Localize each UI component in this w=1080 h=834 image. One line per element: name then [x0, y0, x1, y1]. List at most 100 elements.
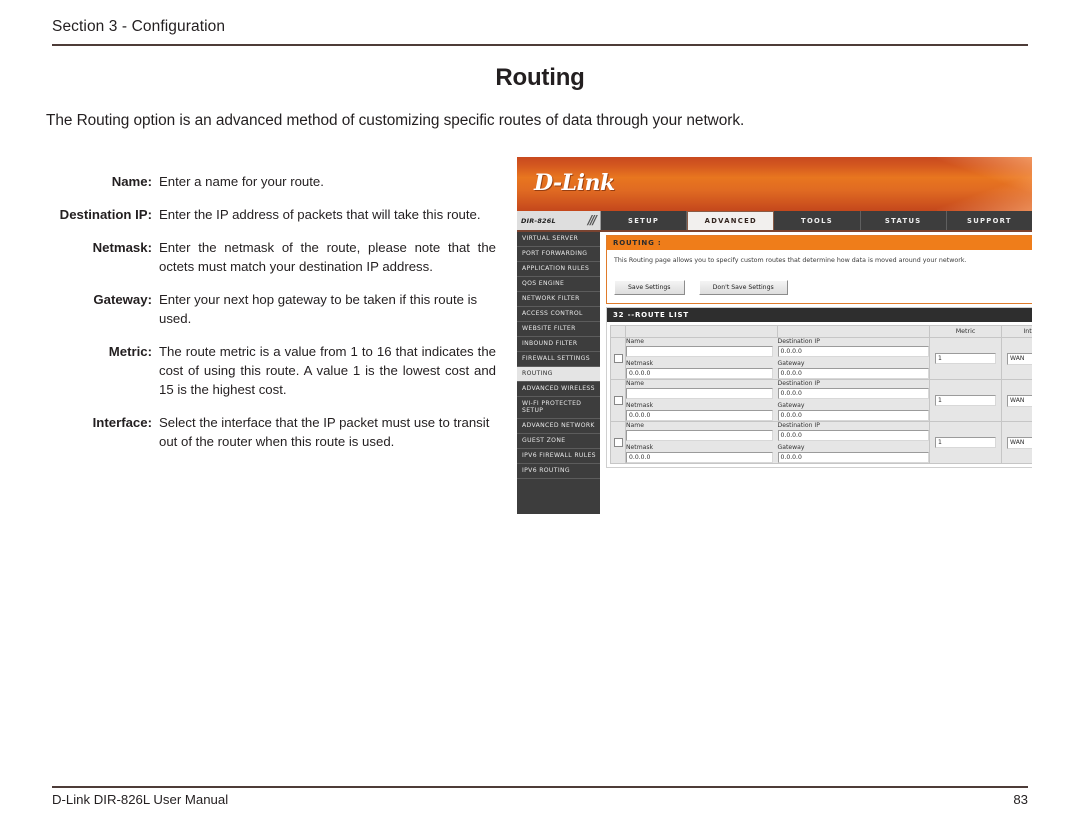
definition-term: Gateway: — [93, 292, 152, 307]
tab-tools[interactable]: TOOLS — [774, 211, 861, 230]
tab-status[interactable]: STATUS — [860, 211, 947, 230]
label-gateway: Gateway — [777, 360, 805, 367]
definition-row-name: Name: Enter a name for your route. — [46, 172, 496, 191]
gateway-input[interactable]: 0.0.0.0 — [777, 452, 929, 463]
router-ui-body: VIRTUAL SERVER PORT FORWARDING APPLICATI… — [517, 232, 1032, 514]
tab-setup[interactable]: SETUP — [601, 211, 688, 230]
name-input[interactable] — [626, 430, 773, 441]
routing-button-row: Save Settings Don't Save Settings — [607, 274, 1032, 303]
sidebar-item-inbound-filter[interactable]: INBOUND FILTER — [517, 336, 600, 352]
route-enable-cell[interactable] — [610, 337, 626, 380]
destination-ip-input[interactable]: 0.0.0.0 — [777, 388, 929, 399]
name-input[interactable] — [626, 388, 773, 399]
header-divider — [52, 44, 1028, 46]
dlink-logo: D-Link — [534, 170, 615, 196]
interface-select-value: WAN — [1010, 354, 1025, 362]
sidebar-item-ipv6-routing[interactable]: IPV6 ROUTING — [517, 464, 600, 480]
metric-input[interactable]: 1 — [935, 395, 996, 406]
gateway-input[interactable]: 0.0.0.0 — [777, 410, 929, 421]
sidebar-item-website-filter[interactable]: WEBSITE FILTER — [517, 321, 600, 337]
sidebar-item-qos-engine[interactable]: QOS ENGINE — [517, 276, 600, 292]
header-metric: Metric — [929, 325, 1002, 338]
definition-description: Enter the netmask of the route, please n… — [159, 240, 496, 274]
routing-panel-title: ROUTING : — [607, 236, 1032, 250]
interface-select[interactable]: WAN ▼ — [1007, 394, 1032, 407]
intro-paragraph: The Routing option is an advanced method… — [46, 112, 745, 129]
netmask-input[interactable]: 0.0.0.0 — [626, 452, 773, 463]
footer-page-number: 83 — [1013, 792, 1028, 807]
router-model-badge: DIR-826L /// — [517, 211, 601, 230]
label-name: Name — [626, 422, 644, 429]
label-name: Name — [626, 380, 644, 387]
tab-support[interactable]: SUPPORT — [946, 211, 1032, 230]
table-row: Name Destination IP 0.0.0.0 Netmask 0.0.… — [610, 421, 1032, 464]
interface-select[interactable]: WAN ▼ — [1007, 436, 1032, 449]
route-fields-cell: Name Destination IP 0.0.0.0 Netmask 0.0.… — [625, 337, 930, 380]
definition-row-metric: Metric: The route metric is a value from… — [46, 342, 496, 399]
gateway-input[interactable]: 0.0.0.0 — [777, 368, 929, 379]
route-list-panel: 32 --ROUTE LIST Metric Interface — [606, 307, 1032, 468]
label-netmask: Netmask — [626, 402, 654, 409]
route-fields-cell: Name Destination IP 0.0.0.0 Netmask 0.0.… — [625, 379, 930, 422]
checkbox-icon[interactable] — [613, 396, 623, 405]
sidebar-filler — [517, 479, 600, 514]
dont-save-settings-button[interactable]: Don't Save Settings — [698, 280, 788, 295]
destination-ip-input[interactable]: 0.0.0.0 — [777, 346, 929, 357]
header-blank-2 — [777, 325, 930, 338]
route-metric-cell: 1 — [929, 337, 1002, 380]
sidebar-item-advanced-network[interactable]: ADVANCED NETWORK — [517, 419, 600, 435]
label-destination-ip: Destination IP — [777, 422, 820, 429]
definition-description: The route metric is a value from 1 to 16… — [159, 344, 496, 397]
definition-description: Enter a name for your route. — [159, 174, 324, 189]
route-metric-cell: 1 — [929, 421, 1002, 464]
definition-row-netmask: Netmask: Enter the netmask of the route,… — [46, 238, 496, 276]
sidebar-item-ipv6-firewall-rules[interactable]: IPV6 FIREWALL RULES — [517, 449, 600, 465]
sidebar-item-access-control[interactable]: ACCESS CONTROL — [517, 306, 600, 322]
route-enable-cell[interactable] — [610, 421, 626, 464]
header-interface: Interface — [1001, 325, 1032, 338]
header-check — [610, 325, 626, 338]
definition-row-destination-ip: Destination IP: Enter the IP address of … — [46, 205, 496, 224]
route-interface-cell: WAN ▼ — [1001, 421, 1032, 464]
label-gateway: Gateway — [777, 444, 805, 451]
sidebar-item-application-rules[interactable]: APPLICATION RULES — [517, 261, 600, 277]
sidebar-item-port-forwarding[interactable]: PORT FORWARDING — [517, 246, 600, 262]
table-row: Name Destination IP 0.0.0.0 Netmask 0.0.… — [610, 337, 1032, 380]
sidebar-item-guest-zone[interactable]: GUEST ZONE — [517, 434, 600, 450]
page-header: Section 3 - Configuration — [52, 18, 1028, 46]
definition-term: Metric: — [108, 344, 152, 359]
definition-description: Enter the IP address of packets that wil… — [159, 207, 481, 222]
definition-row-gateway: Gateway: Enter your next hop gateway to … — [46, 290, 496, 328]
router-sidebar: VIRTUAL SERVER PORT FORWARDING APPLICATI… — [517, 232, 600, 514]
save-settings-button[interactable]: Save Settings — [614, 280, 685, 295]
label-destination-ip: Destination IP — [777, 380, 820, 387]
checkbox-icon[interactable] — [613, 438, 623, 447]
sidebar-item-firewall-settings[interactable]: FIREWALL SETTINGS — [517, 351, 600, 367]
definition-description: Enter your next hop gateway to be taken … — [159, 292, 478, 326]
route-list-table: Metric Interface Name — [610, 325, 1032, 464]
netmask-input[interactable]: 0.0.0.0 — [626, 410, 773, 421]
metric-input[interactable]: 1 — [935, 353, 996, 364]
interface-select-value: WAN — [1010, 396, 1025, 404]
sidebar-item-routing[interactable]: ROUTING — [517, 366, 600, 382]
route-interface-cell: WAN ▼ — [1001, 379, 1032, 422]
destination-ip-input[interactable]: 0.0.0.0 — [777, 430, 929, 441]
name-input[interactable] — [626, 346, 773, 357]
section-label: Section 3 - Configuration — [52, 18, 226, 35]
sidebar-item-virtual-server[interactable]: VIRTUAL SERVER — [517, 232, 600, 247]
metric-input[interactable]: 1 — [935, 437, 996, 448]
sidebar-item-wifi-protected-setup[interactable]: WI-FI PROTECTED SETUP — [517, 396, 600, 420]
router-web-ui-screenshot: D-Link DIR-826L /// SETUP ADVANCED TOOLS… — [517, 157, 1032, 514]
sidebar-item-network-filter[interactable]: NETWORK FILTER — [517, 291, 600, 307]
label-netmask: Netmask — [626, 360, 654, 367]
sidebar-item-advanced-wireless[interactable]: ADVANCED WIRELESS — [517, 381, 600, 397]
tab-advanced[interactable]: ADVANCED — [687, 211, 775, 230]
label-name: Name — [626, 338, 644, 345]
label-gateway: Gateway — [777, 402, 805, 409]
route-enable-cell[interactable] — [610, 379, 626, 422]
route-interface-cell: WAN ▼ — [1001, 337, 1032, 380]
checkbox-icon[interactable] — [613, 354, 623, 363]
netmask-input[interactable]: 0.0.0.0 — [626, 368, 773, 379]
definition-row-interface: Interface: Select the interface that the… — [46, 413, 496, 451]
interface-select[interactable]: WAN ▼ — [1007, 352, 1032, 365]
